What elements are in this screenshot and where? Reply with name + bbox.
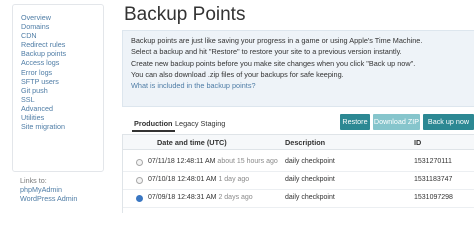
links-title: Links to: xyxy=(20,176,47,185)
table-header: Date and time (UTC) Description ID xyxy=(123,135,474,150)
sidebar-item-advanced[interactable]: Advanced xyxy=(21,104,103,113)
sidebar-item-backup-points[interactable]: Backup points xyxy=(21,49,103,58)
sidebar-item-access-logs[interactable]: Access logs xyxy=(21,58,103,67)
tabs-row: Production Legacy Staging Restore Downlo… xyxy=(122,114,474,134)
table-row[interactable]: 07/11/18 12:48:11 AM about 15 hours ago … xyxy=(123,154,474,172)
row-date-value: 07/09/18 12:48:31 AM xyxy=(148,194,217,201)
restore-button[interactable]: Restore xyxy=(340,114,370,130)
sidebar-item-git-push[interactable]: Git push xyxy=(21,86,103,95)
back-up-now-button[interactable]: Back up now xyxy=(423,114,474,130)
sidebar-item-sftp-users[interactable]: SFTP users xyxy=(21,77,103,86)
row-date: 07/11/18 12:48:11 AM about 15 hours ago xyxy=(148,158,278,165)
row-radio[interactable] xyxy=(136,177,143,184)
tab-legacy-staging[interactable]: Legacy Staging xyxy=(175,119,225,128)
row-date-value: 07/10/18 12:48:01 AM xyxy=(148,176,217,183)
row-relative-time: about 15 hours ago xyxy=(217,158,278,165)
sidebar-item-ssl[interactable]: SSL xyxy=(21,95,103,104)
sidebar-item-domains[interactable]: Domains xyxy=(21,22,103,31)
active-tab-indicator xyxy=(132,130,175,132)
column-header-description: Description xyxy=(285,138,326,147)
row-description: daily checkpoint xyxy=(285,194,335,201)
link-wordpress-admin[interactable]: WordPress Admin xyxy=(12,194,102,203)
sidebar-item-utilities[interactable]: Utilities xyxy=(21,113,103,122)
row-radio-selected[interactable] xyxy=(136,195,143,202)
page-title: Backup Points xyxy=(124,4,246,25)
row-id: 1531270111 xyxy=(414,158,452,165)
column-header-id: ID xyxy=(414,138,422,147)
sidebar-nav: Overview Domains CDN Redirect rules Back… xyxy=(12,4,104,172)
help-link[interactable]: What is included in the backup points? xyxy=(123,80,474,91)
row-date-value: 07/11/18 12:48:11 AM xyxy=(148,158,216,165)
row-id: 1531183747 xyxy=(414,176,453,183)
row-description: daily checkpoint xyxy=(285,176,335,183)
backups-table: Date and time (UTC) Description ID 07/11… xyxy=(122,134,474,213)
info-line: You can also download .zip files of your… xyxy=(131,69,344,79)
tab-production[interactable]: Production xyxy=(132,119,175,132)
row-date: 07/10/18 12:48:01 AM 1 day ago xyxy=(148,176,249,183)
row-description: daily checkpoint xyxy=(285,158,335,165)
table-row[interactable]: 07/10/18 12:48:01 AM 1 day ago daily che… xyxy=(123,172,474,190)
row-relative-time: 1 day ago xyxy=(218,176,250,183)
download-zip-button[interactable]: Download ZIP xyxy=(373,114,420,130)
sidebar-links: Links to: phpMyAdmin WordPress Admin xyxy=(12,174,102,212)
sidebar-item-redirect-rules[interactable]: Redirect rules xyxy=(21,40,103,49)
info-line: Select a backup and hit "Restore" to res… xyxy=(131,47,402,57)
table-row[interactable]: 07/09/18 12:48:31 AM 2 days ago daily ch… xyxy=(123,190,474,208)
sidebar-item-site-migration[interactable]: Site migration xyxy=(21,122,103,131)
row-date: 07/09/18 12:48:31 AM 2 days ago xyxy=(148,194,253,201)
tab-production-label: Production xyxy=(134,119,173,128)
sidebar-item-cdn[interactable]: CDN xyxy=(21,31,103,40)
row-relative-time: 2 days ago xyxy=(218,194,253,201)
link-phpmyadmin[interactable]: phpMyAdmin xyxy=(12,185,102,194)
sidebar: Overview Domains CDN Redirect rules Back… xyxy=(0,0,104,212)
row-id: 1531097298 xyxy=(414,194,453,201)
sidebar-item-overview[interactable]: Overview xyxy=(21,13,103,22)
info-line: Backup points are just like saving your … xyxy=(131,36,423,45)
info-box: Backup points are just like saving your … xyxy=(122,30,474,107)
info-line: Create new backup points before you make… xyxy=(131,58,416,68)
row-radio[interactable] xyxy=(136,159,143,166)
main-content: Backup Points Backup points are just lik… xyxy=(122,0,474,213)
sidebar-item-error-logs[interactable]: Error logs xyxy=(21,68,103,77)
column-header-date: Date and time (UTC) xyxy=(157,138,227,147)
